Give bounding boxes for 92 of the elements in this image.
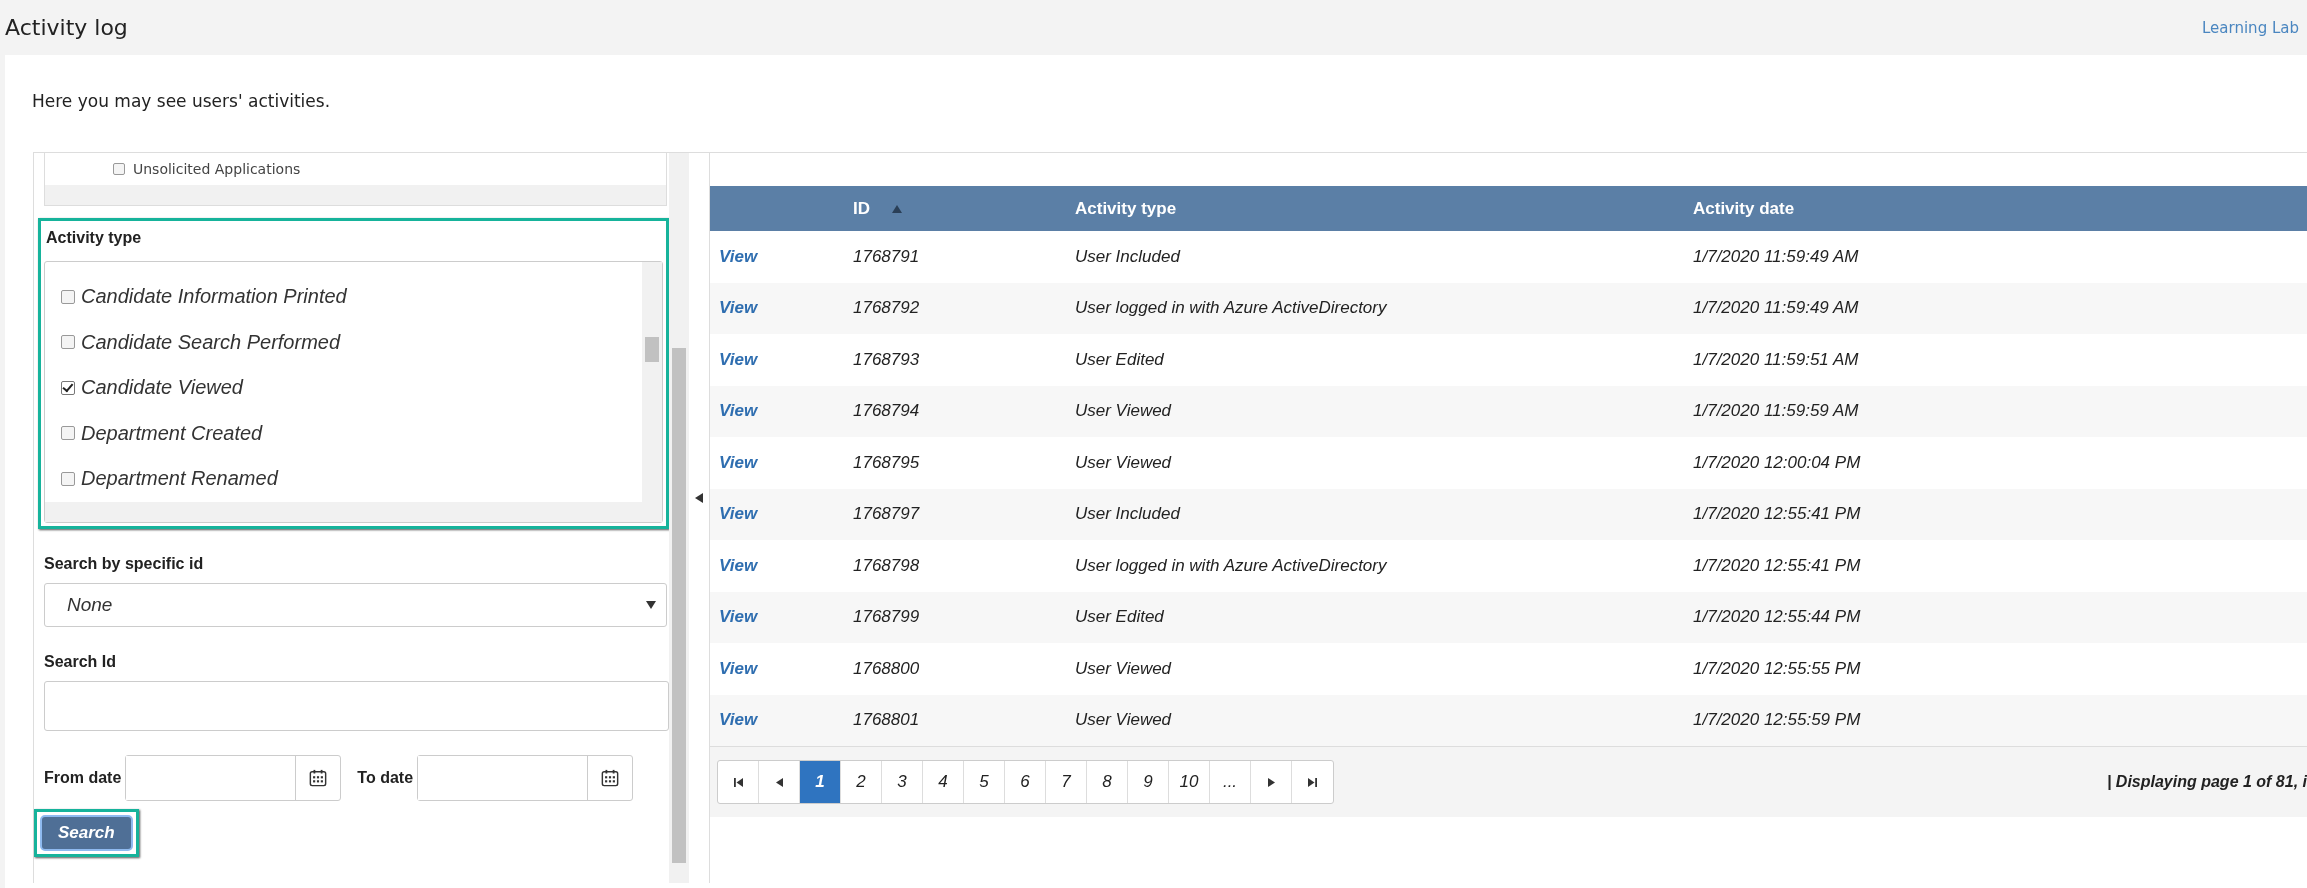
table-cell-text: 1768798 bbox=[853, 555, 921, 576]
table-cell-text: User Included bbox=[1075, 246, 1182, 267]
table-cell-text: 1768800 bbox=[853, 658, 921, 679]
view-link[interactable]: View bbox=[719, 246, 758, 266]
view-link[interactable]: View bbox=[719, 658, 758, 678]
table-cell-text: User Viewed bbox=[1075, 452, 1173, 473]
page-title: Activity log bbox=[5, 15, 128, 40]
field-label: Search Id bbox=[44, 653, 118, 671]
page-button[interactable]: 1 bbox=[800, 761, 841, 803]
id-type-select[interactable]: None bbox=[44, 583, 667, 627]
search-button[interactable]: Search bbox=[40, 815, 133, 851]
table-cell-text: 1/7/2020 12:55:41 PM bbox=[1693, 504, 1862, 525]
table-cell-text: 1768791 bbox=[853, 246, 921, 267]
option-label[interactable]: Department Renamed bbox=[81, 467, 278, 491]
table-cell-text: User Included bbox=[1075, 504, 1182, 525]
page-button[interactable]: 5 bbox=[964, 761, 1005, 803]
checkbox[interactable] bbox=[61, 335, 75, 350]
checkbox[interactable] bbox=[61, 289, 75, 304]
table-cell-text: 1768797 bbox=[853, 504, 921, 525]
table-cell-text: User Edited bbox=[1075, 607, 1165, 628]
table-cell-text: 1/7/2020 11:59:49 AM bbox=[1693, 246, 1860, 267]
option-label[interactable]: Candidate Search Performed bbox=[81, 330, 341, 354]
page-button[interactable]: 9 bbox=[1128, 761, 1169, 803]
from-date-field[interactable] bbox=[125, 755, 342, 801]
table-cell-text: 1/7/2020 12:55:55 PM bbox=[1693, 658, 1862, 679]
table-cell-text: 1/7/2020 12:00:04 PM bbox=[1693, 452, 1862, 473]
column-header[interactable]: Activity date bbox=[1693, 198, 1795, 219]
search-id-field[interactable] bbox=[44, 681, 669, 731]
column-header[interactable]: Activity type bbox=[1075, 198, 1177, 219]
header-link[interactable]: Learning Lab bbox=[2202, 18, 2299, 37]
field-label: Activity type bbox=[45, 228, 143, 248]
next-page-icon bbox=[1267, 777, 1275, 787]
checkbox[interactable] bbox=[61, 471, 75, 486]
checkbox[interactable] bbox=[61, 426, 75, 441]
view-link[interactable]: View bbox=[719, 710, 758, 730]
vertical-scrollbar[interactable] bbox=[642, 262, 662, 502]
option-label[interactable]: Department Created bbox=[81, 421, 263, 445]
view-link[interactable]: View bbox=[719, 504, 758, 524]
table-cell-text: 1768799 bbox=[853, 607, 921, 628]
view-link[interactable]: View bbox=[719, 349, 758, 369]
checkbox[interactable] bbox=[113, 163, 125, 175]
view-link[interactable]: View bbox=[719, 555, 758, 575]
option-label[interactable]: Candidate Viewed bbox=[81, 376, 243, 400]
table-cell-text: User Viewed bbox=[1075, 710, 1173, 731]
calendar-icon bbox=[601, 769, 620, 787]
page-button[interactable]: 6 bbox=[1005, 761, 1046, 803]
checkbox[interactable] bbox=[61, 380, 75, 395]
field-label: To date bbox=[357, 769, 414, 787]
column-header[interactable]: ID bbox=[853, 198, 870, 219]
option-label[interactable]: Candidate Information Printed bbox=[81, 285, 347, 309]
table-cell-text: User logged in with Azure ActiveDirectory bbox=[1075, 298, 1388, 319]
calendar-icon bbox=[309, 769, 328, 787]
page-summary: | Displaying page 1 of 81, i bbox=[2106, 773, 2307, 791]
caret-icon bbox=[646, 601, 656, 609]
horizontal-scrollbar[interactable] bbox=[45, 502, 662, 522]
table-cell-text: 1768795 bbox=[853, 452, 921, 473]
page-button[interactable]: 8 bbox=[1087, 761, 1128, 803]
table-cell-text: 1768792 bbox=[853, 298, 921, 319]
previous-page-icon bbox=[775, 777, 783, 787]
table-cell-text: 1/7/2020 12:55:59 PM bbox=[1693, 710, 1862, 731]
table-cell-text: 1/7/2020 11:59:59 AM bbox=[1693, 401, 1860, 422]
view-link[interactable]: View bbox=[719, 607, 758, 627]
first-page-icon bbox=[733, 777, 743, 787]
table-cell-text: User logged in with Azure ActiveDirectory bbox=[1075, 555, 1388, 576]
view-link[interactable]: View bbox=[719, 452, 758, 472]
tree-item-label[interactable]: Unsolicited Applications bbox=[133, 161, 301, 177]
field-label: From date bbox=[44, 769, 122, 787]
page-button[interactable]: 2 bbox=[841, 761, 882, 803]
table-cell-text: 1/7/2020 11:59:49 AM bbox=[1693, 298, 1860, 319]
table-cell-text: 1/7/2020 12:55:41 PM bbox=[1693, 555, 1862, 576]
table-cell-text: 1768801 bbox=[853, 710, 921, 731]
table-cell-text: 1768793 bbox=[853, 349, 921, 370]
page-button[interactable]: 7 bbox=[1046, 761, 1087, 803]
view-link[interactable]: View bbox=[719, 298, 758, 318]
to-date-field[interactable] bbox=[417, 755, 634, 801]
vertical-scrollbar[interactable] bbox=[669, 153, 689, 883]
page-button[interactable]: ... bbox=[1210, 761, 1251, 803]
horizontal-scrollbar[interactable] bbox=[45, 185, 666, 205]
table-cell-text: 1/7/2020 12:55:44 PM bbox=[1693, 607, 1862, 628]
page-button[interactable]: 3 bbox=[882, 761, 923, 803]
collapse-arrow-icon[interactable] bbox=[695, 493, 703, 503]
page-button[interactable]: 10 bbox=[1169, 761, 1210, 803]
last-page-icon bbox=[1308, 777, 1317, 787]
view-link[interactable]: View bbox=[719, 401, 758, 421]
table-cell-text: User Edited bbox=[1075, 349, 1165, 370]
intro-text: Here you may see users' activities. bbox=[31, 90, 332, 113]
table-cell-text: User Viewed bbox=[1075, 401, 1173, 422]
field-label: Search by specific id bbox=[44, 555, 205, 573]
table-cell-text: User Viewed bbox=[1075, 658, 1173, 679]
page-button[interactable]: 4 bbox=[923, 761, 964, 803]
table-cell-text: 1768794 bbox=[853, 401, 921, 422]
table-cell-text: 1/7/2020 11:59:51 AM bbox=[1693, 349, 1860, 370]
